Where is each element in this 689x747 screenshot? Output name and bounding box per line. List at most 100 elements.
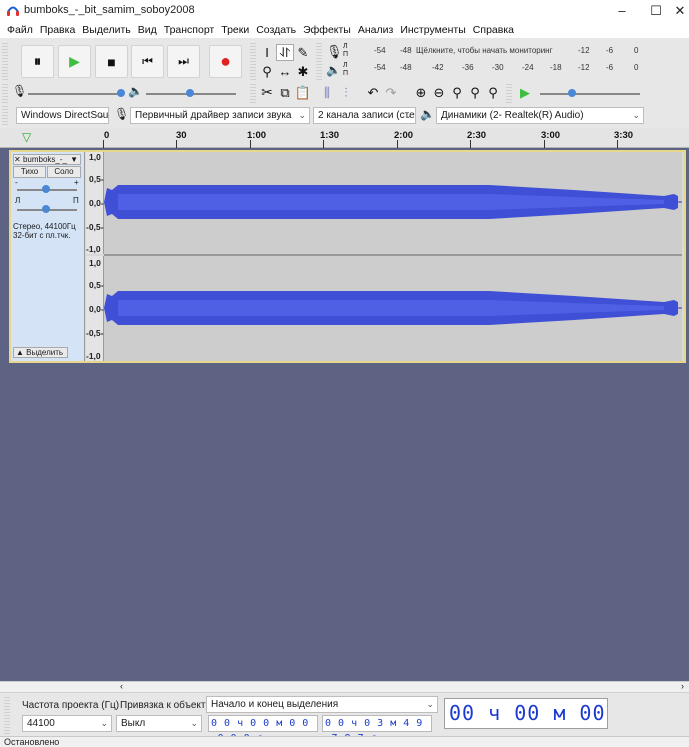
play-at-speed-grip[interactable]	[506, 83, 512, 103]
selection-mode-select[interactable]: Начало и конец выделения ⌄	[206, 696, 438, 713]
menu-effects[interactable]: Эффекты	[303, 22, 351, 38]
skip-start-button[interactable]: ⏮	[131, 45, 164, 78]
play-speed-knob[interactable]	[568, 89, 576, 97]
fit-project-icon[interactable]: ⚲	[466, 84, 484, 101]
stop-button[interactable]: ■	[95, 45, 128, 78]
playback-volume-knob[interactable]	[186, 89, 194, 97]
minimize-button[interactable]: –	[605, 0, 639, 22]
title-bar: bumboks_-_bit_samim_soboy2008 – ☐ ✕	[0, 0, 689, 22]
menu-edit[interactable]: Правка	[40, 22, 75, 38]
fit-selection-icon[interactable]: ⚲	[448, 84, 466, 101]
selection-tool-icon[interactable]: I	[258, 44, 276, 61]
play-at-speed-icon[interactable]: ▶	[516, 84, 534, 101]
time-shift-tool-icon[interactable]: ↔	[276, 63, 294, 80]
mixer-microphone-icon: 🎙	[12, 84, 28, 98]
tick-label: 0	[104, 130, 110, 141]
undo-icon[interactable]: ↶	[364, 84, 382, 101]
device-grip[interactable]	[2, 105, 8, 125]
pinned-head-icon[interactable]: ▽	[22, 130, 31, 144]
empty-project-area[interactable]	[0, 363, 689, 681]
track-control-panel[interactable]: ✕ bumboks_-_ ▼ Тихо Соло - + Л П Стерео,…	[11, 152, 85, 361]
scroll-right-icon[interactable]: ›	[681, 681, 684, 691]
edit-grip[interactable]	[250, 83, 256, 103]
chevron-down-icon: ⌄	[426, 699, 434, 709]
recording-device-select[interactable]: Первичный драйвер записи звука ⌄	[130, 107, 310, 124]
playback-meter-r: П	[343, 70, 349, 77]
playback-meter[interactable]: -54 -48 -42 -36 -30 -24 -18 -12 -6 0	[352, 63, 644, 77]
menu-tools[interactable]: Инструменты	[400, 22, 465, 38]
channel-separator	[104, 254, 682, 256]
track-name-menu[interactable]: ✕ bumboks_-_ ▼	[13, 154, 81, 165]
paste-icon[interactable]: 📋	[294, 84, 312, 101]
zoom-in-icon[interactable]: ⊕	[412, 84, 430, 101]
gain-knob[interactable]	[42, 185, 50, 193]
zoom-out-icon[interactable]: ⊖	[430, 84, 448, 101]
project-rate-select[interactable]: 44100 ⌄	[22, 715, 112, 732]
playback-device-select[interactable]: Динамики (2- Realtek(R) Audio) ⌄	[436, 107, 644, 124]
copy-icon[interactable]: ⧉	[276, 84, 294, 101]
zoom-toggle-icon[interactable]: ⚲	[484, 84, 502, 101]
redo-icon[interactable]: ↷	[382, 84, 400, 101]
recording-volume-slider[interactable]	[28, 93, 123, 95]
menu-transport[interactable]: Транспорт	[164, 22, 215, 38]
waveform-right-svg	[104, 291, 682, 325]
audio-host-select[interactable]: Windows DirectSou ⌄	[16, 107, 109, 124]
speaker-icon[interactable]: 🔈	[326, 63, 341, 77]
record-button[interactable]: ●	[209, 45, 242, 78]
menu-tracks[interactable]: Треки	[221, 22, 249, 38]
select-track-button[interactable]: ▲ Выделить	[13, 347, 68, 358]
record-meter-l: Л	[343, 43, 348, 50]
timeline-ruler[interactable]: ▽ 0 30 1:00 1:30 2:00 2:30 3:00 3:30	[0, 128, 689, 148]
snap-label: Привязка к объекту	[120, 700, 211, 711]
trim-icon[interactable]: ⫼	[318, 84, 336, 101]
maximize-button[interactable]: ☐	[639, 0, 673, 22]
meter-grip[interactable]	[316, 42, 322, 80]
scroll-left-icon[interactable]: ‹	[120, 681, 123, 691]
play-button[interactable]: ▶	[58, 45, 91, 78]
pan-left-label: Л	[15, 196, 21, 205]
record-meter[interactable]: -54 -48 Щёлкните, чтобы начать мониторин…	[352, 46, 644, 60]
mute-button[interactable]: Тихо	[13, 166, 46, 178]
solo-button[interactable]: Соло	[47, 166, 81, 178]
zoom-tool-icon[interactable]: ⚲	[258, 63, 276, 80]
menu-generate[interactable]: Создать	[256, 22, 296, 38]
play-speed-slider[interactable]	[540, 93, 640, 95]
recording-channels-select[interactable]: 2 канала записи (стерео)⌄	[313, 107, 416, 124]
menu-select[interactable]: Выделить	[82, 22, 130, 38]
pause-button[interactable]: ⏸	[21, 45, 54, 78]
menu-view[interactable]: Вид	[138, 22, 157, 38]
menu-bar: Файл Правка Выделить Вид Транспорт Треки…	[0, 22, 689, 38]
waveform-right-channel[interactable]	[104, 256, 682, 361]
waveform-left-channel[interactable]	[104, 152, 682, 254]
envelope-tool-icon[interactable]: ⥯	[276, 44, 294, 61]
microphone-icon[interactable]: 🎙	[326, 44, 343, 60]
device-microphone-icon: 🎙	[114, 107, 130, 121]
vertical-scale-right[interactable]: 1,0 0,5- 0,0- -0,5- -1,0	[86, 256, 104, 361]
menu-help[interactable]: Справка	[473, 22, 514, 38]
cut-icon[interactable]: ✂	[258, 84, 276, 101]
silence-icon[interactable]: ⫶	[337, 84, 355, 101]
snap-select[interactable]: Выкл ⌄	[116, 715, 202, 732]
recording-volume-knob[interactable]	[117, 89, 125, 97]
selection-grip[interactable]	[4, 696, 10, 734]
skip-end-button[interactable]: ⏭	[167, 45, 200, 78]
track-close-icon[interactable]: ✕	[14, 155, 21, 164]
transport-grip[interactable]	[2, 42, 8, 80]
horizontal-scrollbar[interactable]: ‹ ›	[0, 681, 689, 692]
draw-tool-icon[interactable]: ✎	[294, 44, 312, 61]
selection-start-time[interactable]: 0 0 ч 0 0 м 0 0 .0 0 0 с	[208, 715, 318, 744]
vertical-scale-left[interactable]: 1,0 0,5- 0,0- -0,5- -1,0	[86, 152, 104, 254]
menu-file[interactable]: Файл	[7, 22, 33, 38]
menu-analyze[interactable]: Анализ	[358, 22, 393, 38]
close-button[interactable]: ✕	[671, 0, 689, 22]
mixer-grip[interactable]	[2, 83, 8, 103]
tools-grip[interactable]	[250, 42, 256, 80]
pan-knob[interactable]	[42, 205, 50, 213]
multi-tool-icon[interactable]: ✱	[294, 63, 312, 80]
tick-label: 2:30	[467, 130, 487, 141]
audio-position-display[interactable]: 00 ч 00 м 00 с	[444, 698, 608, 747]
track-info: Стерео, 44100Гц 32-бит с пл.тчк.	[13, 222, 76, 240]
audacity-logo-icon	[7, 6, 19, 16]
selection-end-time[interactable]: 0 0 ч 0 3 м 4 9 .7 8 7 с	[322, 715, 432, 744]
chevron-down-icon: ⌄	[97, 110, 105, 120]
